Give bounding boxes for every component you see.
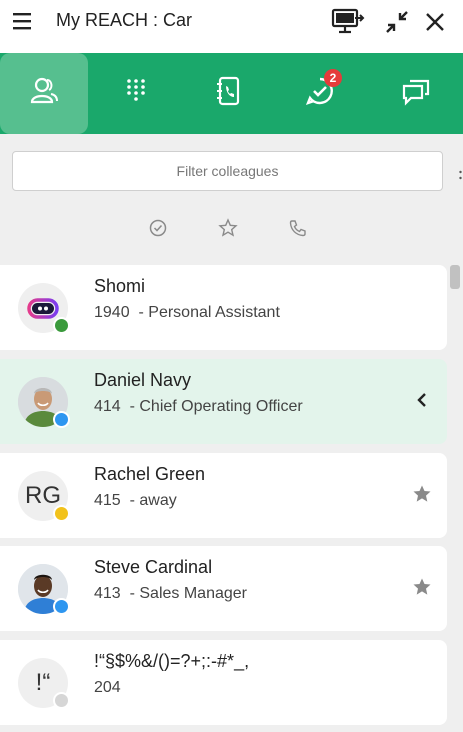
contact-extension: 204 <box>94 679 121 696</box>
star-icon[interactable] <box>411 576 433 598</box>
filter-toggle-row <box>0 216 463 240</box>
contact-name: Steve Cardinal <box>94 557 213 577</box>
list-scrollbar[interactable] <box>449 265 461 732</box>
contact-title: Personal Assistant <box>148 304 280 321</box>
contact-name: Shomi <box>94 276 146 296</box>
contact-detail: 1940 - Personal Assistant <box>94 304 280 321</box>
contact-title: Chief Operating Officer <box>139 398 303 415</box>
menu-icon[interactable] <box>12 9 34 33</box>
window-title: My REACH : Car <box>56 10 193 30</box>
close-icon[interactable] <box>418 5 452 39</box>
contact-extension: 415 <box>94 492 121 509</box>
list-item[interactable]: RG Rachel Green 415 - away <box>0 453 447 538</box>
avatar-initials: !“ <box>35 669 51 696</box>
contact-detail: 415 - away <box>94 492 177 509</box>
contact-name: Daniel Navy <box>94 370 192 390</box>
contact-extension: 413 <box>94 585 121 602</box>
status-badge <box>53 505 70 522</box>
contact-title: away <box>139 492 177 509</box>
main-tab-bar: 2 <box>0 53 463 134</box>
tab-phonebook[interactable] <box>182 53 274 134</box>
contact-detail: 413 - Sales Manager <box>94 585 247 602</box>
contact-extension: 414 <box>94 398 121 415</box>
contacts-icon <box>29 76 59 111</box>
contact-extension: 1940 <box>94 304 130 321</box>
list-item[interactable]: Steve Cardinal 413 - Sales Manager <box>0 546 447 631</box>
tab-dialpad[interactable] <box>90 53 182 134</box>
tab-chat[interactable] <box>370 53 462 134</box>
status-badge <box>53 411 70 428</box>
phone-outline-icon[interactable] <box>286 216 310 240</box>
contact-title: Sales Manager <box>139 585 247 602</box>
chat-icon <box>401 76 431 111</box>
status-badge <box>53 692 70 709</box>
dialpad-icon <box>124 77 148 110</box>
contact-detail: 414 - Chief Operating Officer <box>94 398 303 415</box>
status-badge <box>53 598 70 615</box>
tab-tasks[interactable]: 2 <box>274 53 366 134</box>
window-edge-handle-icon[interactable] <box>459 168 462 188</box>
contact-name: !“§$%&/()=?+;:-#*_, <box>94 651 250 671</box>
list-item[interactable]: Daniel Navy 414 - Chief Operating Office… <box>0 359 447 444</box>
status-badge <box>53 317 70 334</box>
tasks-badge: 2 <box>324 69 342 87</box>
tab-contacts[interactable] <box>0 53 88 134</box>
check-circle-icon[interactable] <box>146 216 170 240</box>
minimize-icon[interactable] <box>380 5 414 39</box>
star-outline-icon[interactable] <box>216 216 240 240</box>
screen-share-icon[interactable] <box>331 5 365 39</box>
list-item[interactable]: !“ !“§$%&/()=?+;:-#*_, 204 <box>0 640 447 725</box>
filter-colleagues-input[interactable] <box>12 151 443 191</box>
contact-name: Rachel Green <box>94 464 206 484</box>
title-bar: My REACH : Car <box>0 0 463 53</box>
star-icon[interactable] <box>411 483 433 505</box>
scroll-thumb[interactable] <box>450 265 460 289</box>
phonebook-icon <box>214 76 242 111</box>
chevron-left-icon[interactable] <box>411 389 433 411</box>
list-item[interactable]: Shomi 1940 - Personal Assistant <box>0 265 447 350</box>
